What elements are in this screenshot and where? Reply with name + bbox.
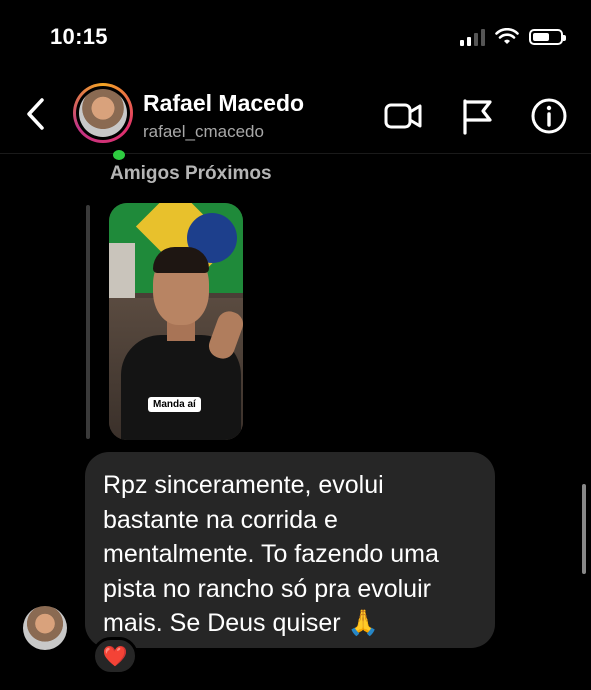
status-time: 10:15	[50, 24, 108, 49]
close-friends-indicator	[113, 150, 125, 160]
contact-handle[interactable]: rafael_cmacedo	[143, 122, 264, 142]
contact-avatar[interactable]	[73, 83, 133, 143]
heart-reaction[interactable]: ❤️	[92, 637, 138, 675]
sender-avatar[interactable]	[23, 606, 67, 650]
wifi-icon	[495, 28, 519, 44]
report-flag-icon[interactable]	[458, 96, 498, 136]
story-audience-label: Amigos Próximos	[110, 163, 272, 184]
video-call-icon[interactable]	[383, 96, 423, 136]
chat-header: Rafael Macedo rafael_cmacedo	[0, 78, 591, 150]
scrollbar[interactable]	[582, 484, 586, 574]
message-bubble[interactable]: Rpz sinceramente, evolui bastante na cor…	[85, 452, 495, 648]
message-text: Rpz sinceramente, evolui bastante na cor…	[103, 471, 439, 637]
header-divider	[0, 153, 591, 154]
story-preview[interactable]: Manda aí	[109, 203, 243, 440]
contact-name[interactable]: Rafael Macedo	[143, 90, 304, 117]
reply-quote-bar	[86, 205, 90, 439]
battery-icon	[529, 29, 566, 45]
story-caption: Manda aí	[148, 397, 201, 412]
cellular-signal-icon	[460, 28, 485, 46]
back-icon[interactable]	[24, 96, 48, 132]
status-icons	[460, 28, 566, 46]
info-icon[interactable]	[529, 96, 569, 136]
